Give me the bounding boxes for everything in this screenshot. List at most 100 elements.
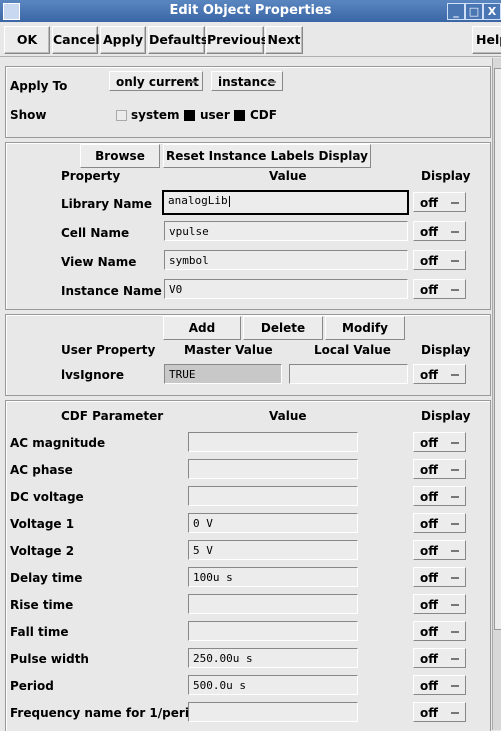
view-name-value: symbol — [169, 254, 209, 267]
frequency-name-display-value: off — [420, 706, 438, 720]
dc-voltage-display-value: off — [420, 490, 438, 504]
voltage-1-label: Voltage 1 — [10, 517, 75, 531]
defaults-button[interactable]: Defaults — [148, 26, 208, 54]
reset-labels-button[interactable]: Reset Instance Labels Display — [163, 144, 371, 168]
voltage-2-value: 5 V — [193, 544, 213, 557]
apply-button[interactable]: Apply — [100, 26, 146, 54]
instance-name-field[interactable]: V0 — [164, 279, 408, 299]
fall-time-label: Fall time — [10, 625, 69, 639]
lvsignore-label: lvsIgnore — [61, 368, 124, 382]
cell-name-value: vpulse — [169, 225, 209, 238]
browse-button[interactable]: Browse — [80, 144, 160, 168]
delay-time-display-combo[interactable]: off — [413, 567, 466, 587]
ac-phase-display-value: off — [420, 463, 438, 477]
view-name-label: View Name — [61, 255, 137, 269]
pulse-width-display-combo[interactable]: off — [413, 648, 466, 668]
dc-voltage-field[interactable] — [188, 486, 358, 506]
window-title: Edit Object Properties — [169, 3, 332, 18]
library-name-display-value: off — [420, 196, 438, 210]
ac-magnitude-display-combo[interactable]: off — [413, 432, 466, 452]
next-button[interactable]: Next — [265, 26, 303, 54]
voltage-1-field[interactable]: 0 V — [188, 513, 358, 533]
lvsignore-master-field: TRUE — [164, 364, 282, 384]
cancel-button[interactable]: Cancel — [52, 26, 100, 54]
view-name-field[interactable]: symbol — [164, 250, 408, 270]
show-cdf-checkbox[interactable] — [234, 110, 245, 121]
vertical-scrollbar[interactable] — [492, 58, 501, 730]
delay-time-label: Delay time — [10, 571, 83, 585]
ac-magnitude-label: AC magnitude — [10, 436, 106, 450]
user-property-panel: Add Delete Modify User Property Master V… — [5, 314, 491, 396]
master-value-column-header: Master Value — [184, 343, 273, 357]
dc-voltage-label: DC voltage — [10, 490, 84, 504]
pulse-width-field[interactable]: 250.00u s — [188, 648, 358, 668]
ac-phase-display-combo[interactable]: off — [413, 459, 466, 479]
lvsignore-local-field[interactable] — [289, 364, 408, 384]
rise-time-display-value: off — [420, 598, 438, 612]
modify-button[interactable]: Modify — [325, 316, 405, 340]
cdf-parameter-panel: CDF Parameter Value Display AC magnitude… — [5, 400, 491, 731]
close-button[interactable]: X — [483, 3, 501, 20]
instance-name-display-combo[interactable]: off — [413, 279, 466, 299]
cell-name-field[interactable]: vpulse — [164, 221, 408, 241]
apply-to-scope-combo[interactable]: only current — [109, 71, 203, 91]
view-name-display-combo[interactable]: off — [413, 250, 466, 270]
voltage-2-field[interactable]: 5 V — [188, 540, 358, 560]
cell-name-display-combo[interactable]: off — [413, 221, 466, 241]
ac-magnitude-field[interactable] — [188, 432, 358, 452]
add-button[interactable]: Add — [163, 316, 241, 340]
fall-time-field[interactable] — [188, 621, 358, 641]
period-display-value: off — [420, 679, 438, 693]
maximize-button[interactable]: □ — [465, 3, 483, 20]
minimize-button[interactable]: _ — [447, 3, 465, 20]
voltage-1-display-value: off — [420, 517, 438, 531]
rise-time-display-combo[interactable]: off — [413, 594, 466, 614]
frequency-name-field[interactable] — [188, 702, 358, 722]
title-bar: Edit Object Properties _ □ X — [0, 0, 501, 22]
apply-to-type-value: instance — [218, 75, 276, 89]
voltage-2-label: Voltage 2 — [10, 544, 75, 558]
cdf-parameter-column-header: CDF Parameter — [61, 409, 164, 423]
rise-time-field[interactable] — [188, 594, 358, 614]
properties-panel: Browse Reset Instance Labels Display Pro… — [5, 142, 491, 310]
dc-voltage-display-combo[interactable]: off — [413, 486, 466, 506]
lvsignore-display-combo[interactable]: off — [413, 364, 466, 384]
voltage-1-display-combo[interactable]: off — [413, 513, 466, 533]
show-label: Show — [10, 108, 47, 122]
ok-button[interactable]: OK — [4, 26, 50, 54]
period-display-combo[interactable]: off — [413, 675, 466, 695]
show-user-label: user — [200, 108, 230, 122]
previous-button[interactable]: Previous — [206, 26, 268, 54]
property-column-header: Property — [61, 169, 121, 183]
instance-name-label: Instance Name — [61, 284, 162, 298]
delay-time-value: 100u s — [193, 571, 233, 584]
user-property-column-header: User Property — [61, 343, 156, 357]
delay-time-field[interactable]: 100u s — [188, 567, 358, 587]
delete-button[interactable]: Delete — [243, 316, 323, 340]
fall-time-display-combo[interactable]: off — [413, 621, 466, 641]
apply-to-panel: Apply To only current instance Show syst… — [5, 66, 491, 138]
frequency-name-display-combo[interactable]: off — [413, 702, 466, 722]
period-label: Period — [10, 679, 54, 693]
library-name-field[interactable]: analogLib — [162, 190, 409, 215]
library-name-display-combo[interactable]: off — [413, 192, 466, 212]
voltage-2-display-combo[interactable]: off — [413, 540, 466, 560]
lvsignore-master-value: TRUE — [169, 368, 196, 381]
scrollbar-thumb[interactable] — [494, 68, 501, 630]
help-button[interactable]: Help — [472, 26, 501, 54]
cdf-value-column-header: Value — [269, 409, 307, 423]
library-name-label: Library Name — [61, 197, 153, 211]
instance-name-value: V0 — [169, 283, 183, 296]
delay-time-display-value: off — [420, 571, 438, 585]
show-system-checkbox[interactable] — [116, 110, 127, 121]
display-column-header: Display — [421, 169, 471, 183]
show-user-checkbox[interactable] — [184, 110, 195, 121]
ac-phase-field[interactable] — [188, 459, 358, 479]
apply-to-type-combo[interactable]: instance — [211, 71, 283, 91]
local-value-column-header: Local Value — [314, 343, 391, 357]
frequency-name-label: Frequency name for 1/period — [10, 706, 206, 720]
apply-to-scope-value: only current — [116, 75, 199, 89]
voltage-1-value: 0 V — [193, 517, 213, 530]
pulse-width-display-value: off — [420, 652, 438, 666]
period-field[interactable]: 500.0u s — [188, 675, 358, 695]
